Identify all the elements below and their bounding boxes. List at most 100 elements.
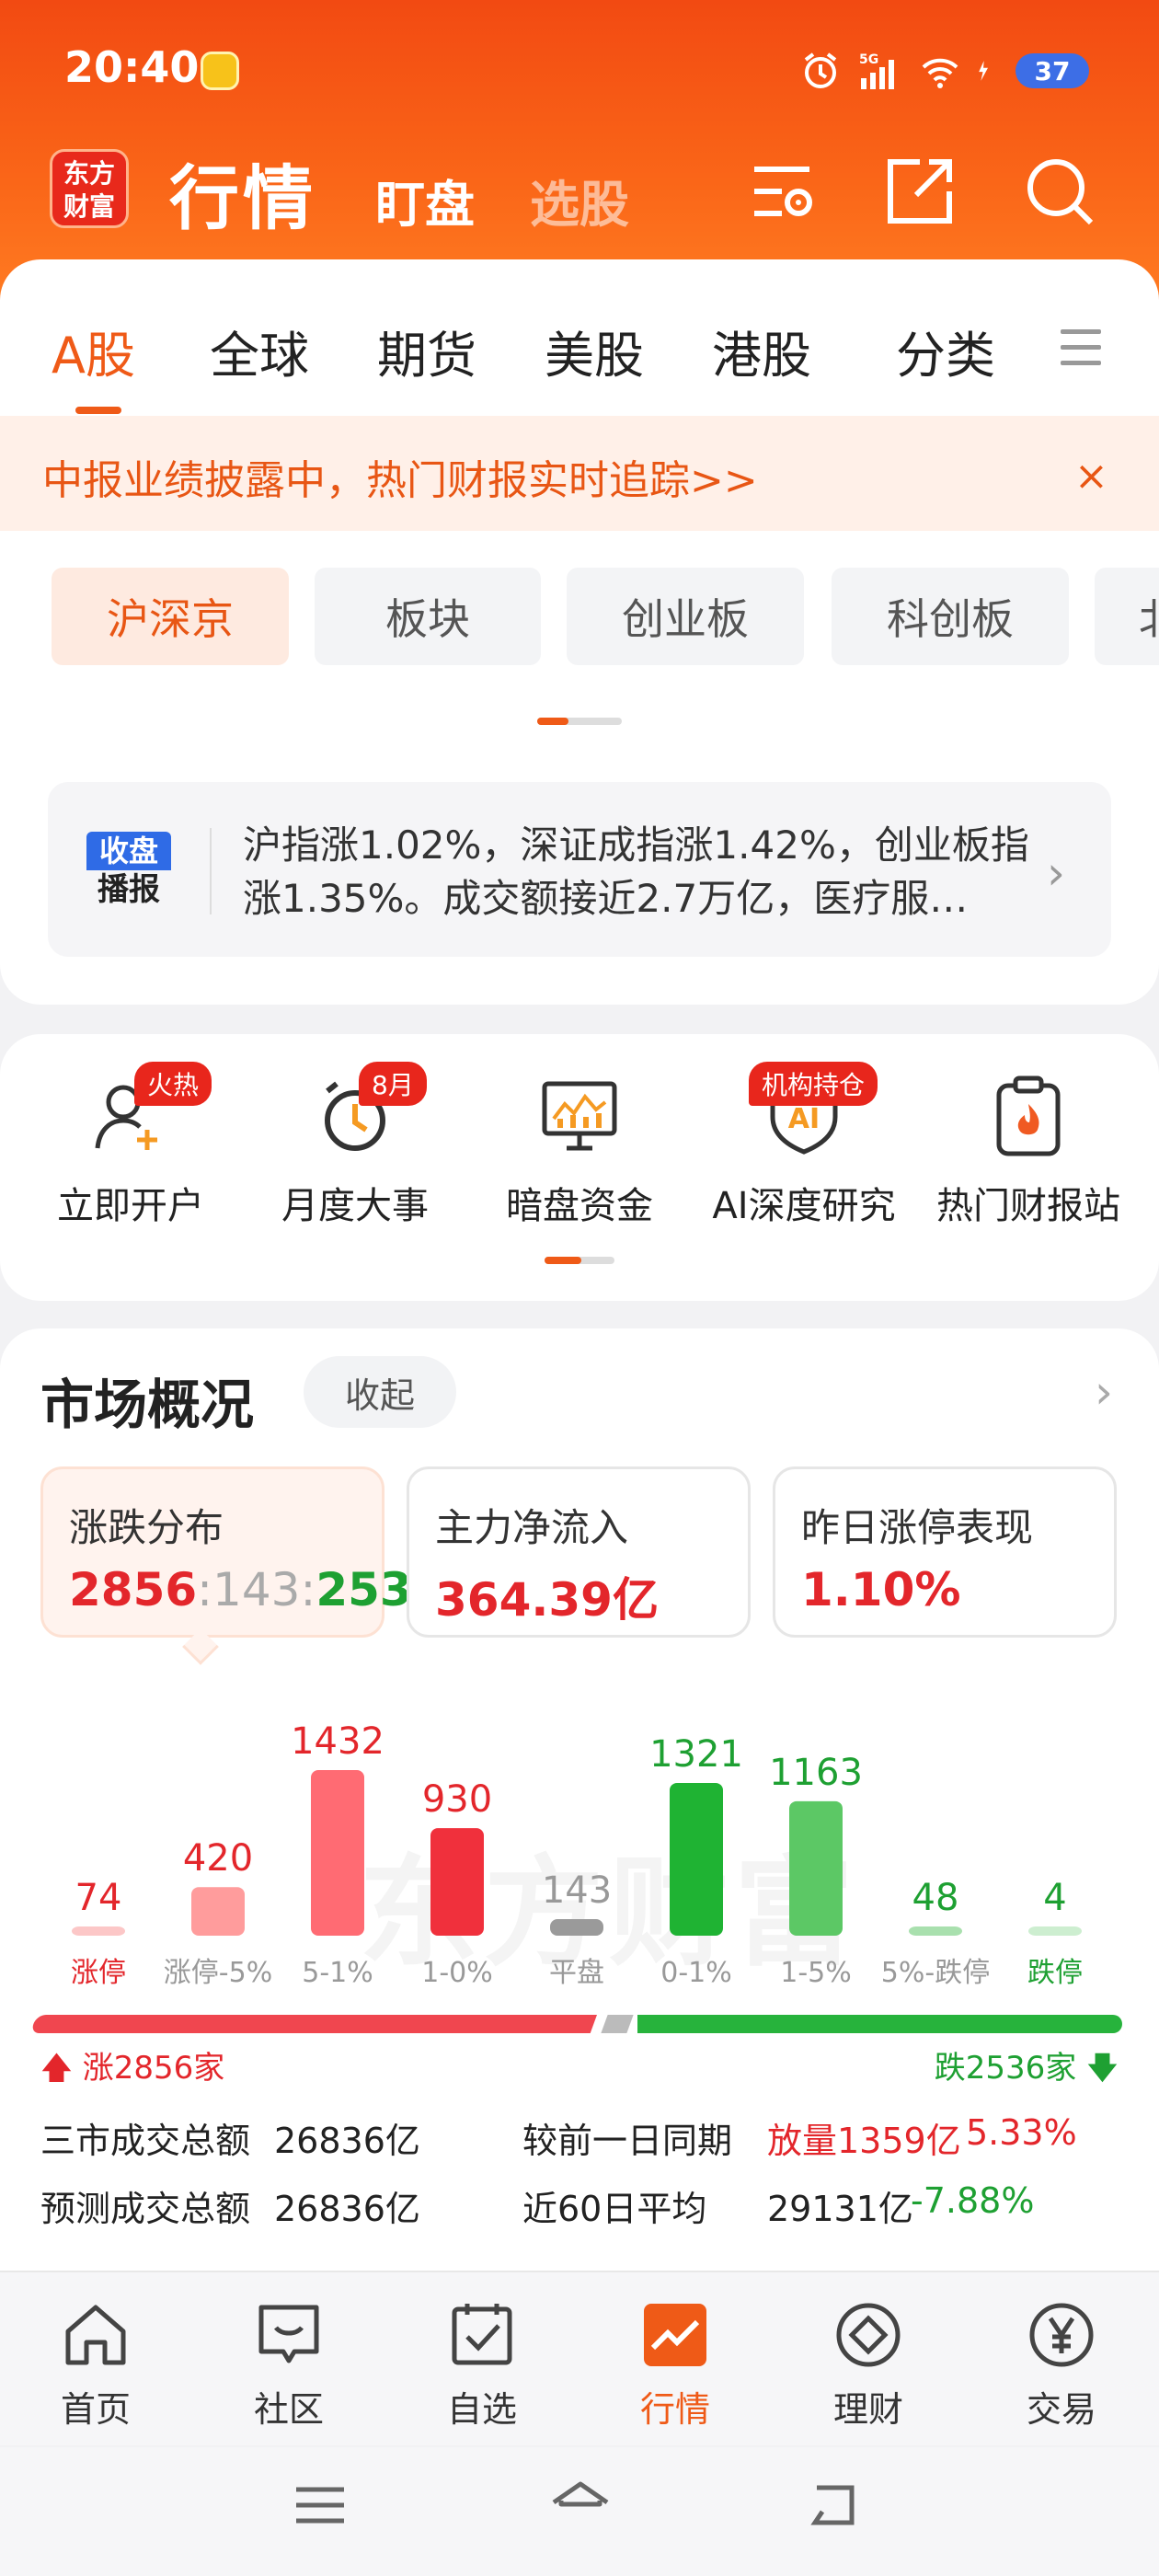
yen-trade-icon bbox=[1029, 2303, 1094, 2367]
market-overview-card: 市场概况 收起 › 涨跌分布 2856:143:2536 主力净流入 364.3… bbox=[0, 1328, 1159, 2294]
bar-5 bbox=[670, 1782, 723, 1936]
tab-us-stocks[interactable]: 美股 bbox=[545, 315, 644, 387]
bar-category-label: 0-1% bbox=[660, 1957, 732, 1989]
app-header: 东方 财富 行情 盯盘 选股 bbox=[0, 138, 1159, 248]
earnings-banner[interactable]: 中报业绩披露中，热门财报实时追踪>> × bbox=[0, 416, 1159, 531]
recap-badge: 收盘 播报 bbox=[86, 832, 175, 911]
recap-badge-top: 收盘 bbox=[86, 832, 171, 870]
bottom-nav: 首页 社区 自选 行情 理财 交易 bbox=[0, 2271, 1159, 2445]
collapse-button[interactable]: 收起 bbox=[304, 1356, 456, 1428]
stat-main-net-inflow[interactable]: 主力净流入 364.39亿 bbox=[407, 1466, 751, 1638]
tab-category[interactable]: 分类 bbox=[896, 315, 995, 387]
distribution-chart: 东方财富 74 涨停 420 涨停-5% 1432 5-1% 930 1-0% 143 平盘 132… bbox=[0, 1660, 1159, 2046]
close-icon[interactable]: × bbox=[1074, 453, 1108, 500]
tab-futures[interactable]: 期货 bbox=[377, 315, 476, 387]
volume-value: 26836亿 bbox=[274, 2189, 420, 2229]
stat-label: 主力净流入 bbox=[435, 1505, 629, 1550]
shortcut-dark-pool-funds[interactable]: 暗盘资金 bbox=[469, 1071, 690, 1229]
bar-7 bbox=[909, 1926, 962, 1936]
shortcut-label: 立即开户 bbox=[57, 1185, 204, 1227]
distribution-bars: 74 涨停 420 涨停-5% 1432 5-1% 930 1-0% 143 平盘 1321 0-1%… bbox=[71, 1720, 1083, 1989]
community-icon bbox=[258, 2305, 319, 2363]
chevron-right-icon[interactable]: › bbox=[1095, 1365, 1113, 1419]
bar-value-label: 1321 bbox=[649, 1733, 743, 1776]
alarm-icon bbox=[804, 52, 837, 88]
nav-market[interactable]: 行情 bbox=[602, 2300, 749, 2432]
chip-star-market[interactable]: 科创板 bbox=[832, 568, 1069, 665]
bar-value-label: 930 bbox=[422, 1778, 492, 1821]
share-icon[interactable] bbox=[883, 155, 957, 228]
closing-recap[interactable]: 收盘 播报 沪指涨1.02%，深证成指涨1.42%，创业板指涨1.35%。成交额… bbox=[48, 782, 1111, 957]
menu-icon[interactable] bbox=[293, 2482, 348, 2528]
stat-advance-decline[interactable]: 涨跌分布 2856:143:2536 bbox=[40, 1466, 444, 1638]
down-summary-text: 跌2536家 bbox=[934, 2050, 1077, 2087]
bar-2 bbox=[311, 1770, 364, 1936]
bar-4 bbox=[550, 1919, 603, 1936]
chip-shanghai-shenzhen-beijing[interactable]: 沪深京 bbox=[52, 568, 289, 665]
home-system-icon[interactable] bbox=[548, 2478, 613, 2530]
bar-8 bbox=[1028, 1926, 1082, 1936]
bar-value-label: 74 bbox=[75, 1877, 122, 1919]
back-icon[interactable] bbox=[808, 2478, 863, 2530]
hot-tag: 火热 bbox=[134, 1062, 212, 1106]
shortcut-label: 热门财报站 bbox=[936, 1185, 1120, 1227]
bar-value-label: 420 bbox=[183, 1837, 253, 1880]
flat-count: 143 bbox=[212, 1563, 301, 1616]
advance-decline-ratio-bar bbox=[29, 2015, 1122, 2033]
up-summary-text: 涨2856家 bbox=[82, 2050, 225, 2087]
bar-category-label: 5%-跌停 bbox=[881, 1957, 990, 1989]
nav-label: 行情 bbox=[639, 2389, 710, 2430]
tab-a-share[interactable]: A股 bbox=[52, 315, 135, 387]
up-summary: 🡅 涨2856家 bbox=[40, 2050, 225, 2087]
section-title: 市场概况 bbox=[40, 1374, 255, 1436]
bar-value-label: 1163 bbox=[769, 1752, 863, 1794]
stat-limit-up-performance[interactable]: 昨日涨停表现 1.10% bbox=[773, 1466, 1117, 1638]
compare-value: 29131亿 bbox=[767, 2189, 913, 2229]
tab-hk-stocks[interactable]: 港股 bbox=[712, 315, 811, 387]
exchange-chips: 沪深京 板块 创业板 科创板 北 bbox=[0, 568, 1159, 669]
shortcut-ai-research[interactable]: AI 机构持仓 AI深度研究 bbox=[694, 1062, 914, 1229]
nav-home[interactable]: 首页 bbox=[22, 2300, 169, 2432]
shortcut-open-account[interactable]: 火热 立即开户 bbox=[20, 1062, 241, 1229]
chevron-right-icon[interactable]: › bbox=[1047, 846, 1065, 900]
nav-label: 社区 bbox=[253, 2389, 324, 2430]
shortcut-earnings-station[interactable]: 热门财报站 bbox=[918, 1071, 1139, 1229]
nav-finance[interactable]: 理财 bbox=[795, 2300, 942, 2432]
clipboard-fire-icon bbox=[996, 1075, 1061, 1156]
shortcut-label: 月度大事 bbox=[281, 1185, 429, 1227]
bar-value-label: 48 bbox=[912, 1877, 959, 1919]
network-type: 5G bbox=[859, 52, 878, 67]
tab-global[interactable]: 全球 bbox=[210, 315, 309, 387]
app-logo[interactable]: 东方 财富 bbox=[50, 149, 129, 228]
chip-beijing[interactable]: 北 bbox=[1095, 568, 1159, 665]
settings-list-icon[interactable] bbox=[747, 155, 820, 228]
market-tabs: A股 全球 期货 美股 港股 分类 bbox=[0, 315, 1159, 407]
institution-tag: 机构持仓 bbox=[749, 1062, 878, 1106]
tab-menu-icon[interactable] bbox=[1061, 329, 1101, 366]
bar-value-label: 1432 bbox=[291, 1720, 384, 1763]
bar-6 bbox=[789, 1800, 843, 1936]
notification-icon bbox=[201, 52, 239, 90]
shortcuts-card: 火热 立即开户 8月 月度大事 暗盘资金 AI 机构持仓 AI深度研究 热门财报… bbox=[0, 1034, 1159, 1301]
banner-text: 中报业绩披露中，热门财报实时追踪>> bbox=[42, 457, 758, 504]
nav-watchlist[interactable]: 自选 bbox=[408, 2300, 556, 2432]
header-tab-screener[interactable]: 选股 bbox=[530, 164, 629, 236]
volume-row-total: 三市成交总额 26836亿 较前一日同期 放量1359亿 5.33% bbox=[40, 2112, 1126, 2168]
stat-label: 涨跌分布 bbox=[69, 1505, 224, 1550]
chip-sector[interactable]: 板块 bbox=[315, 568, 541, 665]
bar-value-label: 143 bbox=[542, 1869, 612, 1912]
stat-value: 364.39亿 bbox=[435, 1573, 659, 1627]
bar-category-label: 1-5% bbox=[780, 1957, 852, 1989]
logo-text-bottom: 财富 bbox=[63, 191, 115, 222]
shortcut-monthly-events[interactable]: 8月 月度大事 bbox=[245, 1062, 465, 1229]
up-count: 2856 bbox=[69, 1563, 198, 1616]
bar-category-label: 跌停 bbox=[1027, 1957, 1083, 1989]
nav-trade[interactable]: 交易 bbox=[988, 2300, 1135, 2432]
search-icon[interactable] bbox=[1023, 155, 1096, 228]
header-tab-watch[interactable]: 盯盘 bbox=[375, 164, 475, 236]
nav-community[interactable]: 社区 bbox=[215, 2300, 362, 2432]
bar-category-label: 5-1% bbox=[302, 1957, 373, 1989]
stat-label: 昨日涨停表现 bbox=[801, 1505, 1034, 1550]
chip-chinext[interactable]: 创业板 bbox=[567, 568, 804, 665]
nav-label: 理财 bbox=[832, 2389, 903, 2430]
